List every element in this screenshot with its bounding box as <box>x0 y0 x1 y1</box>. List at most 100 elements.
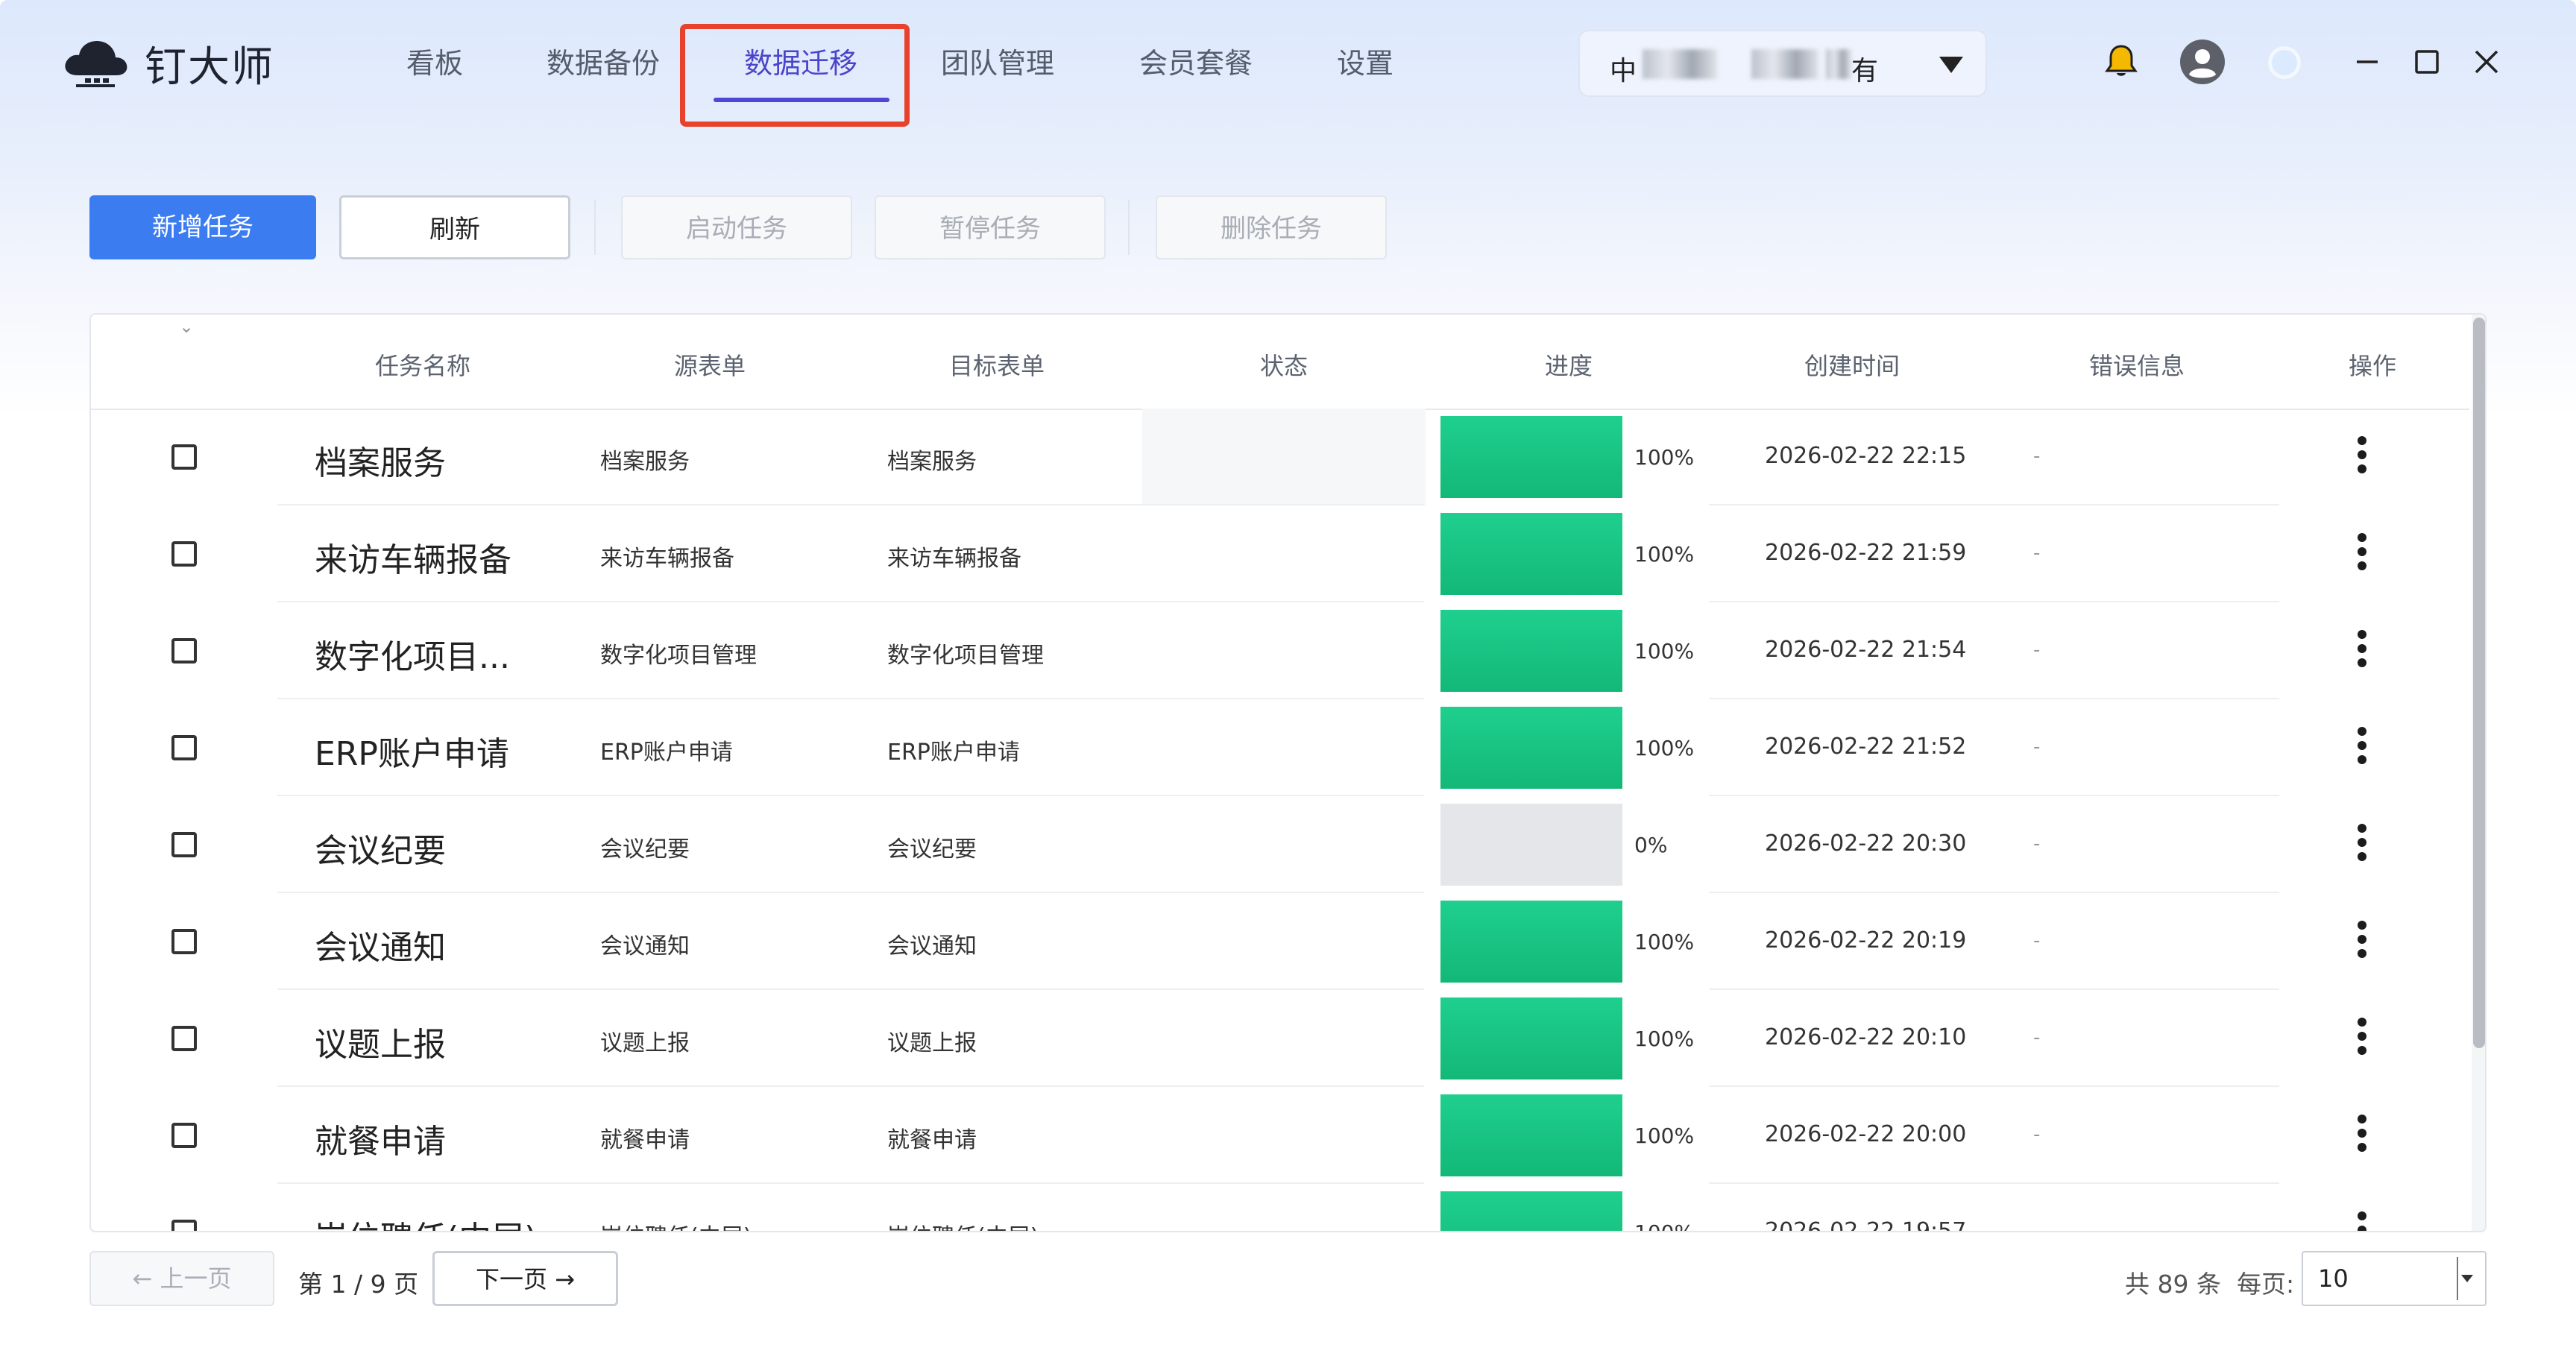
table-row[interactable]: 来访车辆报备 来访车辆报备 来访车辆报备 100% 2026-02-22 21:59 - <box>91 505 2469 602</box>
column-header-progress: 进度 <box>1544 352 1593 380</box>
progress-bar <box>1440 997 1622 1079</box>
target-form: 岗位聘任(中层) <box>887 1218 1039 1231</box>
nav-item-settings[interactable]: 设置 <box>1337 30 1394 97</box>
more-actions-icon[interactable] <box>2358 1115 2366 1157</box>
table-row[interactable]: 议题上报 议题上报 议题上报 100% 2026-02-22 20:10 - <box>91 990 2469 1087</box>
scrollbar-thumb[interactable] <box>2473 318 2485 1048</box>
column-header-created-time: 创建时间 <box>1804 352 1900 380</box>
table-row[interactable]: 岗位聘任(中层) 岗位聘任(中层) 岗位聘任(中层) 100% 2026-02-22 1… <box>91 1184 2469 1232</box>
page-info: 第 1 / 9 页 <box>298 1270 419 1299</box>
progress-bar <box>1440 804 1622 886</box>
table-row[interactable]: 会议纪要 会议纪要 会议纪要 0% 2026-02-22 20:30 - <box>91 796 2469 893</box>
close-icon[interactable] <box>2472 47 2501 77</box>
pause-task-button[interactable]: 暂停任务 <box>875 195 1106 259</box>
row-checkbox[interactable] <box>171 638 197 663</box>
select-divider <box>2457 1257 2458 1300</box>
progress-bar <box>1440 901 1622 983</box>
row-checkbox[interactable] <box>171 1026 197 1051</box>
progress-fill <box>1440 901 1622 983</box>
progress-percent: 100% <box>1634 542 1695 567</box>
progress-bar <box>1440 513 1622 595</box>
refresh-button[interactable]: 刷新 <box>339 195 570 259</box>
row-checkbox[interactable] <box>171 541 197 567</box>
add-task-button[interactable]: 新增任务 <box>89 195 316 259</box>
nav-item-data-backup[interactable]: 数据备份 <box>547 30 660 97</box>
error-info: - <box>2033 930 2041 952</box>
error-info: - <box>2033 542 2041 564</box>
task-name: 档案服务 <box>315 444 446 482</box>
nav-item-team-management[interactable]: 团队管理 <box>941 30 1054 97</box>
nav-item-membership[interactable]: 会员套餐 <box>1139 30 1253 97</box>
more-actions-icon[interactable] <box>2358 824 2366 866</box>
column-header-status: 状态 <box>1259 352 1309 380</box>
per-page-value: 10 <box>2318 1264 2349 1293</box>
table-row[interactable]: 档案服务 档案服务 档案服务 100% 2026-02-22 22:15 - <box>91 409 2469 505</box>
target-form: 会议纪要 <box>887 836 977 863</box>
redacted-text <box>1751 49 1818 79</box>
table-header: ⌄ 任务名称 源表单 目标表单 状态 进度 创建时间 错误信息 操作 <box>91 315 2469 410</box>
created-time: 2026-02-22 21:52 <box>1765 734 1967 760</box>
source-form: ERP账户申请 <box>600 740 733 766</box>
table-row[interactable]: ERP账户申请 ERP账户申请 ERP账户申请 100% 2026-02-22 21:5… <box>91 699 2469 796</box>
cloud-logo-icon <box>65 41 127 87</box>
progress-percent: 100% <box>1634 445 1695 470</box>
row-checkbox[interactable] <box>171 832 197 857</box>
source-form: 来访车辆报备 <box>600 546 734 572</box>
more-actions-icon[interactable] <box>2358 630 2366 672</box>
created-time: 2026-02-22 20:10 <box>1765 1024 1967 1050</box>
error-info: - <box>2033 639 2041 661</box>
bell-icon[interactable] <box>2105 43 2138 79</box>
created-time: 2026-02-22 20:00 <box>1765 1121 1967 1147</box>
toolbar-divider <box>1128 200 1130 255</box>
source-form: 档案服务 <box>600 449 690 475</box>
column-header-task-name: 任务名称 <box>374 352 471 380</box>
created-time: 2026-02-22 19:57 <box>1765 1218 1967 1232</box>
target-form: ERP账户申请 <box>887 740 1020 766</box>
task-name: 会议纪要 <box>315 832 446 870</box>
total-count: 共 89 条 <box>2125 1270 2221 1299</box>
error-info: - <box>2033 736 2041 758</box>
row-checkbox[interactable] <box>171 1220 197 1231</box>
source-form: 数字化项目管理 <box>600 643 757 669</box>
source-form: 就餐申请 <box>600 1127 690 1153</box>
chevron-down-icon <box>2461 1275 2473 1282</box>
status-cell-hover <box>1142 409 1426 505</box>
per-page-select[interactable]: 10 <box>2302 1251 2487 1306</box>
annotation-highlight-box <box>680 24 910 127</box>
more-actions-icon[interactable] <box>2358 533 2366 576</box>
progress-percent: 100% <box>1634 1123 1695 1148</box>
table-row[interactable]: 会议通知 会议通知 会议通知 100% 2026-02-22 20:19 - <box>91 893 2469 990</box>
start-task-button[interactable]: 启动任务 <box>621 195 852 259</box>
more-actions-icon[interactable] <box>2358 921 2366 963</box>
column-header-actions: 操作 <box>2348 352 2397 380</box>
error-info: - <box>2033 1123 2041 1146</box>
redacted-text <box>1826 49 1851 79</box>
progress-fill <box>1440 1191 1622 1231</box>
row-checkbox[interactable] <box>171 735 197 760</box>
app-window: 钉大师 看板 数据备份 数据迁移 团队管理 会员套餐 设置 中 有 新增任务 刷… <box>0 0 2576 1368</box>
progress-fill <box>1440 1094 1622 1176</box>
minimize-icon[interactable] <box>2352 47 2382 77</box>
table-row[interactable]: 就餐申请 就餐申请 就餐申请 100% 2026-02-22 20:00 - <box>91 1087 2469 1184</box>
target-form: 来访车辆报备 <box>887 546 1021 572</box>
progress-fill <box>1440 416 1622 498</box>
nav-item-dashboard[interactable]: 看板 <box>406 30 463 97</box>
more-actions-icon[interactable] <box>2358 436 2366 479</box>
maximize-icon[interactable] <box>2412 47 2442 77</box>
more-actions-icon[interactable] <box>2358 727 2366 769</box>
prev-page-button[interactable]: ← 上一页 <box>89 1251 274 1306</box>
delete-task-button[interactable]: 删除任务 <box>1156 195 1387 259</box>
table-row[interactable]: 数字化项目... 数字化项目管理 数字化项目管理 100% 2026-02-22 21:… <box>91 602 2469 699</box>
more-actions-icon[interactable] <box>2358 1018 2366 1060</box>
user-avatar-icon[interactable] <box>2179 39 2226 85</box>
row-checkbox[interactable] <box>171 444 197 470</box>
column-header-source-form: 源表单 <box>673 352 746 380</box>
next-page-button[interactable]: 下一页 → <box>432 1251 618 1306</box>
progress-percent: 100% <box>1634 930 1695 954</box>
row-checkbox[interactable] <box>171 1123 197 1148</box>
organization-select[interactable]: 中 有 <box>1578 30 1987 97</box>
chevron-down-icon[interactable]: ⌄ <box>179 316 194 337</box>
more-actions-icon[interactable] <box>2358 1211 2366 1231</box>
row-checkbox[interactable] <box>171 929 197 954</box>
toolbar-divider <box>594 200 596 255</box>
